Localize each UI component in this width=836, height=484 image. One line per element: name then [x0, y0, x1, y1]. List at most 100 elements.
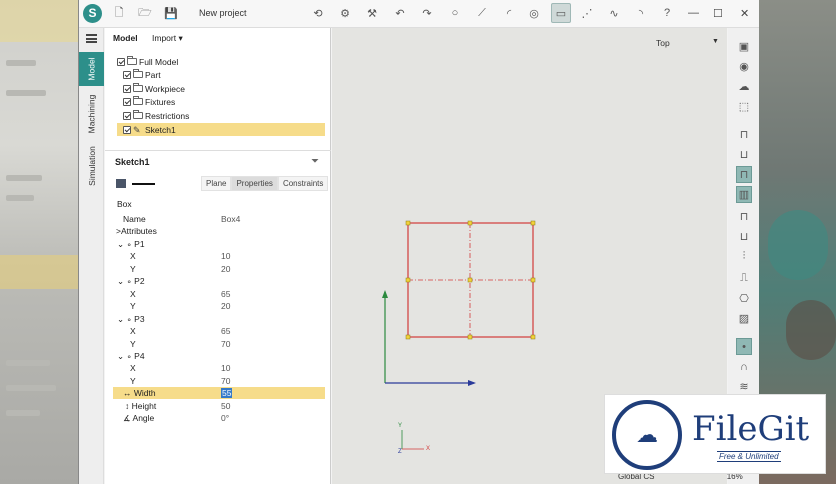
hatch-icon[interactable]: ▨ [736, 310, 752, 327]
tab-simulation[interactable]: Simulation [79, 140, 104, 192]
dot-icon[interactable]: • [736, 338, 752, 355]
handle[interactable] [405, 220, 411, 226]
tool-holder-icon-1[interactable]: ⊓ [736, 126, 752, 143]
handle[interactable] [530, 277, 536, 283]
prop-row-width[interactable]: ↔ Width 55 [113, 387, 325, 399]
folder-icon [133, 110, 143, 119]
checkbox[interactable] [117, 57, 125, 66]
color-swatch[interactable] [116, 179, 126, 188]
fixture-icon[interactable]: ⎍ [736, 270, 752, 287]
minimize-icon[interactable]: — [688, 7, 699, 19]
prop-row-p4-y[interactable]: Y 70 [113, 375, 325, 387]
undo-icon[interactable]: ↶ [392, 5, 408, 21]
width-arrows-icon: ↔ [123, 388, 132, 398]
polyline-icon[interactable]: ⋰ [579, 5, 595, 21]
save-icon[interactable]: 💾 [163, 5, 179, 21]
tree-item-workpiece[interactable]: Workpiece [123, 82, 325, 95]
close-icon[interactable]: ✕ [740, 7, 749, 20]
clamp-icon[interactable]: ⎔ [736, 290, 752, 307]
prop-row-p1[interactable]: ⌄ ∘ P1 [113, 238, 325, 250]
rectangle-icon[interactable]: ▭ [551, 3, 571, 23]
tree-item-full-model[interactable]: Full Model [117, 55, 325, 68]
tab-machining[interactable]: Machining [79, 88, 104, 140]
view-cube-icon[interactable]: ▣ [736, 38, 752, 55]
checkbox[interactable] [123, 84, 131, 93]
filter-icon[interactable]: ⏷ [311, 156, 319, 167]
handle[interactable] [530, 334, 536, 340]
arc-icon[interactable]: ◜ [501, 5, 517, 21]
prop-row-attributes[interactable]: >Attributes [113, 225, 325, 237]
tree-item-sketch1[interactable]: ✎ Sketch1 [117, 123, 325, 136]
prop-row-p4-x[interactable]: X 10 [113, 362, 325, 374]
tree-item-part[interactable]: Part [123, 68, 325, 81]
line-icon[interactable]: ⟋ [474, 5, 490, 21]
background-left [0, 0, 78, 484]
tree-item-restrictions[interactable]: Restrictions [123, 109, 325, 122]
handle[interactable] [467, 334, 473, 340]
fillet-icon[interactable]: ◝ [633, 5, 649, 21]
tool-holder-icon-6[interactable]: ⊔ [736, 228, 752, 245]
prop-row-p2-x[interactable]: X 65 [113, 288, 325, 300]
prop-row-p3-x[interactable]: X 65 [113, 325, 325, 337]
tool-holder-icon-2[interactable]: ⊔ [736, 146, 752, 163]
width-input[interactable]: 55 [221, 388, 233, 398]
watermark: ☁ FileGit Free & Unlimited [604, 394, 826, 474]
prop-row-p2-y[interactable]: Y 20 [113, 300, 325, 312]
open-folder-icon[interactable]: 🗁 [137, 5, 153, 21]
spline-icon[interactable]: ∿ [606, 5, 622, 21]
prop-row-p4[interactable]: ⌄ ∘ P4 [113, 350, 325, 362]
prop-row-p1-x[interactable]: X 10 [113, 250, 325, 262]
handle[interactable] [405, 277, 411, 283]
handle[interactable] [467, 220, 473, 226]
tab-plane[interactable]: Plane [201, 176, 232, 191]
prop-row-name[interactable]: Name Box4 [113, 213, 325, 225]
maximize-icon[interactable]: ☐ [713, 7, 723, 20]
tool-icon-2[interactable]: ⚙ [337, 5, 353, 21]
prop-row-height[interactable]: ↕ Height 50 [113, 400, 325, 412]
watermark-title: FileGit [692, 409, 810, 449]
prop-row-p3-y[interactable]: Y 70 [113, 338, 325, 350]
sphere-icon[interactable]: ◉ [736, 58, 752, 75]
point-icon[interactable]: ○ [447, 5, 463, 21]
box-icon[interactable]: ⬚ [736, 98, 752, 115]
shapes-icon[interactable]: ☁ [736, 78, 752, 95]
model-header: Model [113, 33, 138, 43]
tree-item-fixtures[interactable]: Fixtures [123, 95, 325, 108]
drill-icon[interactable]: ⫶ [736, 248, 752, 265]
tool-icon-1[interactable]: ⟲ [310, 5, 326, 21]
line-style-swatch[interactable] [132, 183, 155, 185]
layers-icon[interactable]: ≋ [736, 378, 752, 395]
tool-holder-icon-3[interactable]: ⊓ [736, 166, 752, 183]
prop-row-angle[interactable]: ∡ Angle 0° [113, 412, 325, 424]
folder-icon [133, 96, 143, 105]
tab-properties[interactable]: Properties [231, 176, 278, 191]
watermark-subtitle: Free & Unlimited [717, 451, 781, 462]
tool-holder-icon-5[interactable]: ⊓ [736, 208, 752, 225]
toolpath-icon[interactable]: ∩ [736, 358, 752, 375]
handle[interactable] [405, 334, 411, 340]
handle[interactable] [530, 220, 536, 226]
folder-icon [127, 56, 137, 65]
prop-row-p2[interactable]: ⌄ ∘ P2 [113, 275, 325, 287]
tool-holder-icon-4[interactable]: ▥ [736, 186, 752, 203]
new-file-icon[interactable]: 🗋 [111, 5, 127, 21]
divider [105, 150, 331, 151]
tab-constraints[interactable]: Constraints [277, 176, 329, 191]
prop-row-p3[interactable]: ⌄ ∘ P3 [113, 313, 325, 325]
tab-model[interactable]: Model [79, 52, 104, 86]
prop-row-p1-y[interactable]: Y 20 [113, 263, 325, 275]
import-dropdown[interactable]: Import ▾ [152, 33, 183, 44]
hamburger-menu-icon[interactable] [86, 34, 97, 43]
handle[interactable] [467, 277, 473, 283]
circle-icon[interactable]: ◎ [526, 5, 542, 21]
mini-axis-x-label: X [426, 446, 431, 452]
checkbox[interactable] [123, 111, 131, 120]
redo-icon[interactable]: ↷ [419, 5, 435, 21]
section-box: Box [117, 199, 132, 209]
cloud-icon: ☁ [612, 400, 682, 470]
checkbox[interactable] [123, 125, 131, 134]
checkbox[interactable] [123, 97, 131, 106]
tool-icon-3[interactable]: ⚒ [364, 5, 380, 21]
checkbox[interactable] [123, 70, 131, 79]
help-icon[interactable]: ? [659, 5, 675, 21]
